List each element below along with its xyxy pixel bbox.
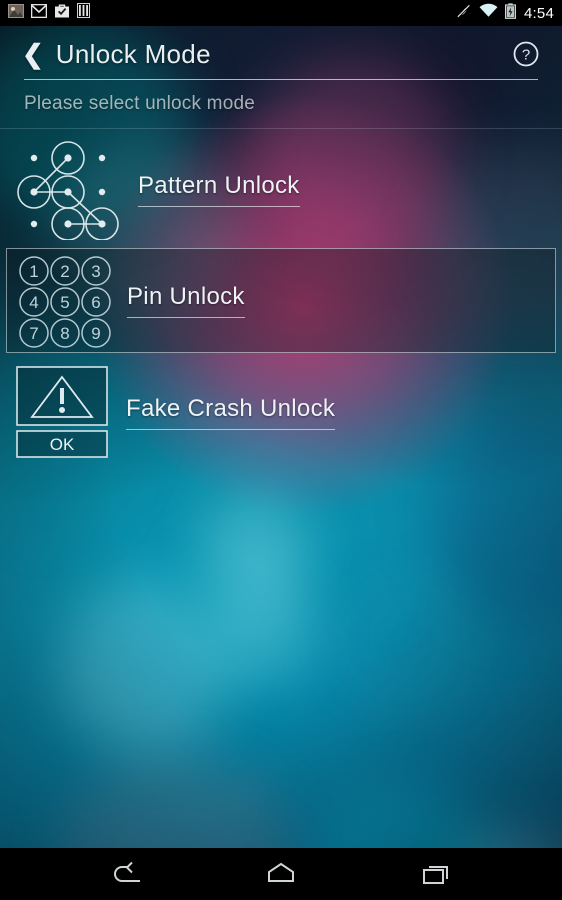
svg-text:4: 4 bbox=[29, 293, 38, 312]
pattern-lock-icon bbox=[16, 140, 120, 240]
instruction-text: Please select unlock mode bbox=[24, 93, 256, 114]
svg-text:OK: OK bbox=[50, 435, 75, 454]
action-bar: ❮ Unlock Mode ? bbox=[0, 26, 562, 82]
back-chevron-icon[interactable]: ❮ bbox=[22, 41, 44, 67]
option-label-pin: Pin Unlock bbox=[127, 283, 245, 318]
header-divider bbox=[24, 79, 538, 80]
home-icon[interactable] bbox=[249, 848, 313, 900]
page-title: Unlock Mode bbox=[55, 38, 211, 69]
app-photo-icon bbox=[8, 3, 24, 24]
svg-text:3: 3 bbox=[91, 262, 100, 281]
battery-charging-icon bbox=[505, 2, 517, 24]
back-icon[interactable] bbox=[95, 848, 159, 900]
svg-text:6: 6 bbox=[91, 293, 100, 312]
crash-dialog-icon: OK bbox=[16, 366, 108, 458]
svg-text:2: 2 bbox=[60, 262, 69, 281]
option-label-pattern: Pattern Unlock bbox=[138, 172, 300, 207]
subtitle-divider bbox=[0, 128, 562, 129]
option-label-crash: Fake Crash Unlock bbox=[126, 395, 336, 430]
status-bar: 4:54 bbox=[0, 0, 562, 26]
android-screen: 4:54 ❮ Unlock Mode ? Please select unloc… bbox=[0, 0, 562, 900]
recents-icon[interactable] bbox=[403, 848, 467, 900]
svg-text:5: 5 bbox=[60, 293, 69, 312]
svg-text:?: ? bbox=[522, 47, 530, 64]
briefcase-check-icon bbox=[54, 3, 70, 23]
gmail-icon bbox=[30, 3, 48, 23]
ringer-muted-icon bbox=[455, 3, 472, 24]
svg-text:8: 8 bbox=[60, 324, 69, 343]
pin-keypad-icon: 1 2 3 4 5 6 7 8 9 bbox=[17, 254, 111, 348]
option-row-pin[interactable]: 1 2 3 4 5 6 7 8 9 Pin Unlock bbox=[6, 248, 556, 353]
help-icon[interactable]: ? bbox=[512, 40, 540, 68]
wifi-icon bbox=[479, 3, 498, 23]
option-row-pattern[interactable]: Pattern Unlock bbox=[0, 131, 562, 248]
svg-text:9: 9 bbox=[91, 324, 100, 343]
navigation-bar bbox=[0, 848, 562, 900]
svg-text:7: 7 bbox=[29, 324, 38, 343]
unlock-mode-list: Pattern Unlock 1 2 3 4 5 6 7 8 9 Pin Unlock OK… bbox=[0, 131, 562, 467]
bars-icon bbox=[77, 3, 90, 23]
option-row-crash[interactable]: OK Fake Crash Unlock bbox=[0, 357, 562, 467]
svg-text:1: 1 bbox=[29, 262, 38, 281]
status-time: 4:54 bbox=[524, 4, 554, 22]
